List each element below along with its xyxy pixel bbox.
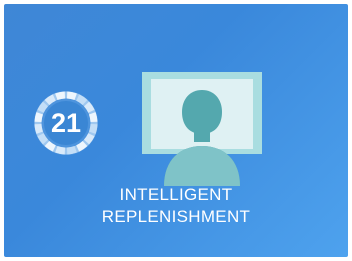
notification-badge: 21: [31, 88, 101, 158]
intelligent-replenishment-tile[interactable]: 21 INTELLIGENT REPLENISHMENT: [4, 4, 348, 257]
badge-count: 21: [50, 108, 82, 138]
user-monitor-icon: [142, 72, 262, 186]
tile-title-line1: INTELLIGENT: [119, 185, 233, 204]
tile-title-line2: REPLENISHMENT: [101, 207, 251, 226]
